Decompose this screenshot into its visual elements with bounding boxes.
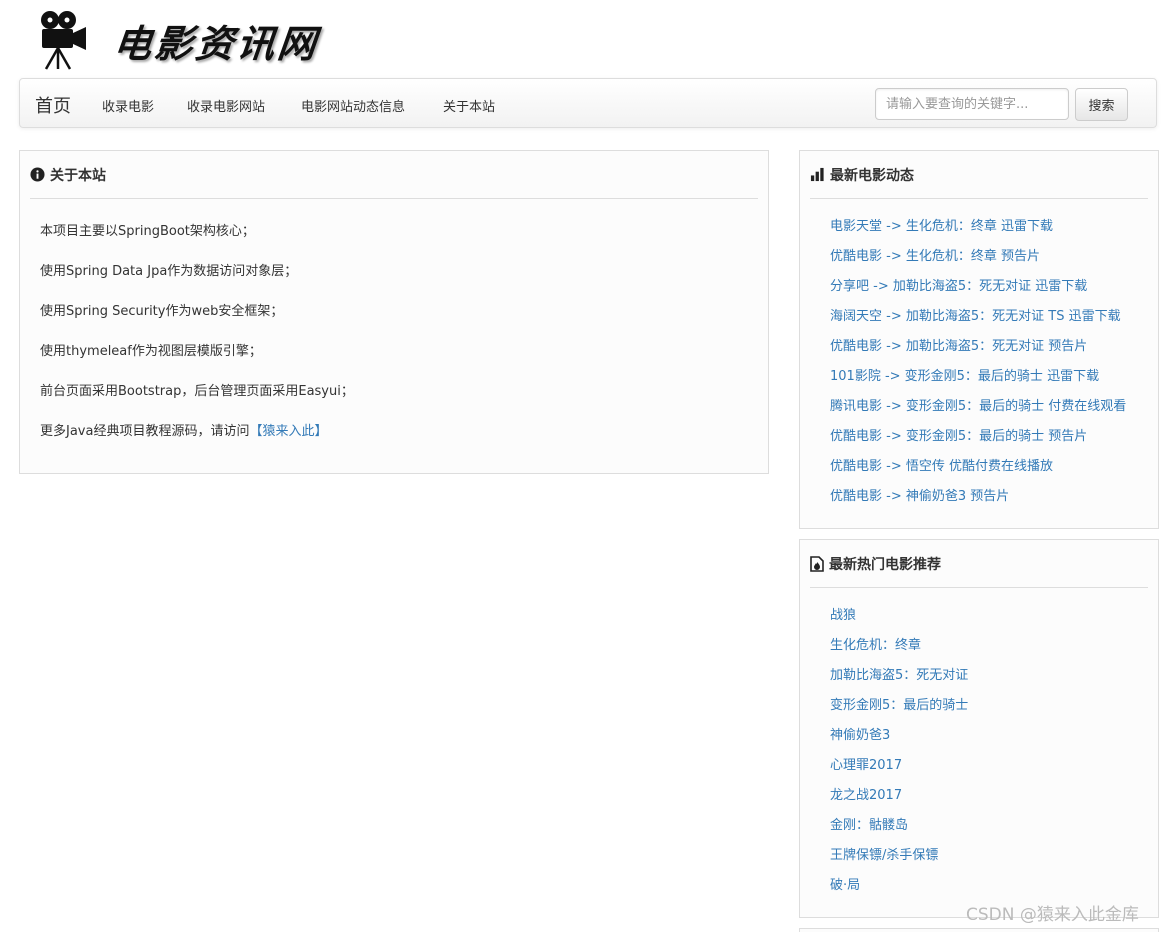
hot-movie-item[interactable]: 变形金刚5：最后的骑士: [830, 694, 968, 713]
hot-movie-item[interactable]: 加勒比海盗5：死无对证: [830, 664, 968, 683]
about-line: 本项目主要以SpringBoot架构核心；: [40, 224, 255, 239]
latest-news-item[interactable]: 优酷电影 -> 变形金刚5：最后的骑士 预告片: [830, 425, 1087, 444]
search-button[interactable]: 搜索: [1075, 88, 1128, 121]
latest-news-title: 最新电影动态: [830, 167, 914, 184]
hot-movie-item[interactable]: 王牌保镖/杀手保镖: [830, 844, 938, 863]
latest-news-item[interactable]: 优酷电影 -> 悟空传 优酷付费在线播放: [830, 455, 1053, 474]
watermark: CSDN @猿来入此金库: [966, 905, 1139, 925]
next-panel-edge: [799, 928, 1159, 932]
hot-movies-header: 最新热门电影推荐: [810, 540, 1148, 588]
latest-news-panel: 最新电影动态 电影天堂 -> 生化危机：终章 迅雷下载 优酷电影 -> 生化危机…: [799, 150, 1159, 529]
nav-home-link[interactable]: 首页: [35, 92, 71, 118]
latest-news-item[interactable]: 101影院 -> 变形金刚5：最后的骑士 迅雷下载: [830, 365, 1099, 384]
fire-document-icon: [810, 555, 824, 572]
hot-movie-item[interactable]: 战狼: [830, 604, 856, 623]
hot-movie-item[interactable]: 心理罪2017: [830, 754, 902, 773]
latest-news-item[interactable]: 电影天堂 -> 生化危机：终章 迅雷下载: [830, 215, 1053, 234]
film-camera-icon: [41, 11, 86, 70]
latest-news-item[interactable]: 优酷电影 -> 神偷奶爸3 预告片: [830, 485, 1009, 504]
site-logo-text: 电影资讯网: [111, 20, 322, 66]
latest-news-item[interactable]: 海阔天空 -> 加勒比海盗5：死无对证 TS 迅雷下载: [830, 305, 1121, 324]
hot-movie-item[interactable]: 破·局: [830, 874, 860, 893]
latest-news-header: 最新电影动态: [810, 151, 1148, 199]
latest-news-item[interactable]: 优酷电影 -> 加勒比海盗5：死无对证 预告片: [830, 335, 1087, 354]
nav-item-movie-sites[interactable]: 收录电影网站: [187, 96, 265, 115]
site-logo[interactable]: 电影资讯网: [38, 8, 322, 72]
info-circle-icon: [30, 167, 45, 182]
latest-news-item[interactable]: 腾讯电影 -> 变形金刚5：最后的骑士 付费在线观看: [830, 395, 1126, 414]
hot-movie-item[interactable]: 金刚：骷髅岛: [830, 814, 908, 833]
latest-news-item[interactable]: 分享吧 -> 加勒比海盗5：死无对证 迅雷下载: [830, 275, 1087, 294]
about-panel-header: 关于本站: [30, 151, 758, 199]
about-line: 使用thymeleaf作为视图层模版引擎；: [40, 344, 262, 359]
hot-movie-item[interactable]: 龙之战2017: [830, 784, 902, 803]
about-panel-title: 关于本站: [50, 167, 106, 184]
hot-movies-title: 最新热门电影推荐: [829, 556, 941, 573]
search-input[interactable]: [875, 88, 1069, 120]
hot-movie-item[interactable]: 生化危机：终章: [830, 634, 921, 653]
nav-item-movies[interactable]: 收录电影: [102, 96, 154, 115]
latest-news-item[interactable]: 优酷电影 -> 生化危机：终章 预告片: [830, 245, 1040, 264]
about-more-text: 更多Java经典项目教程源码，请访问: [40, 424, 250, 439]
about-line-more: 更多Java经典项目教程源码，请访问【猿来入此】: [40, 420, 327, 439]
nav-item-about[interactable]: 关于本站: [443, 96, 495, 115]
about-line: 使用Spring Security作为web安全框架；: [40, 304, 284, 319]
top-navbar: 首页 收录电影 收录电影网站 电影网站动态信息 关于本站 搜索: [19, 78, 1157, 128]
hot-movie-item[interactable]: 神偷奶爸3: [830, 724, 890, 743]
about-panel: 关于本站 本项目主要以SpringBoot架构核心； 使用Spring Data…: [19, 150, 769, 474]
nav-item-site-updates[interactable]: 电影网站动态信息: [301, 96, 405, 115]
about-source-link[interactable]: 【猿来入此】: [249, 424, 327, 439]
about-line: 前台页面采用Bootstrap，后台管理页面采用Easyui；: [40, 384, 354, 399]
hot-movies-panel: 最新热门电影推荐 战狼 生化危机：终章 加勒比海盗5：死无对证 变形金刚5：最后…: [799, 539, 1159, 918]
bar-chart-icon: [810, 167, 824, 182]
about-line: 使用Spring Data Jpa作为数据访问对象层；: [40, 264, 298, 279]
